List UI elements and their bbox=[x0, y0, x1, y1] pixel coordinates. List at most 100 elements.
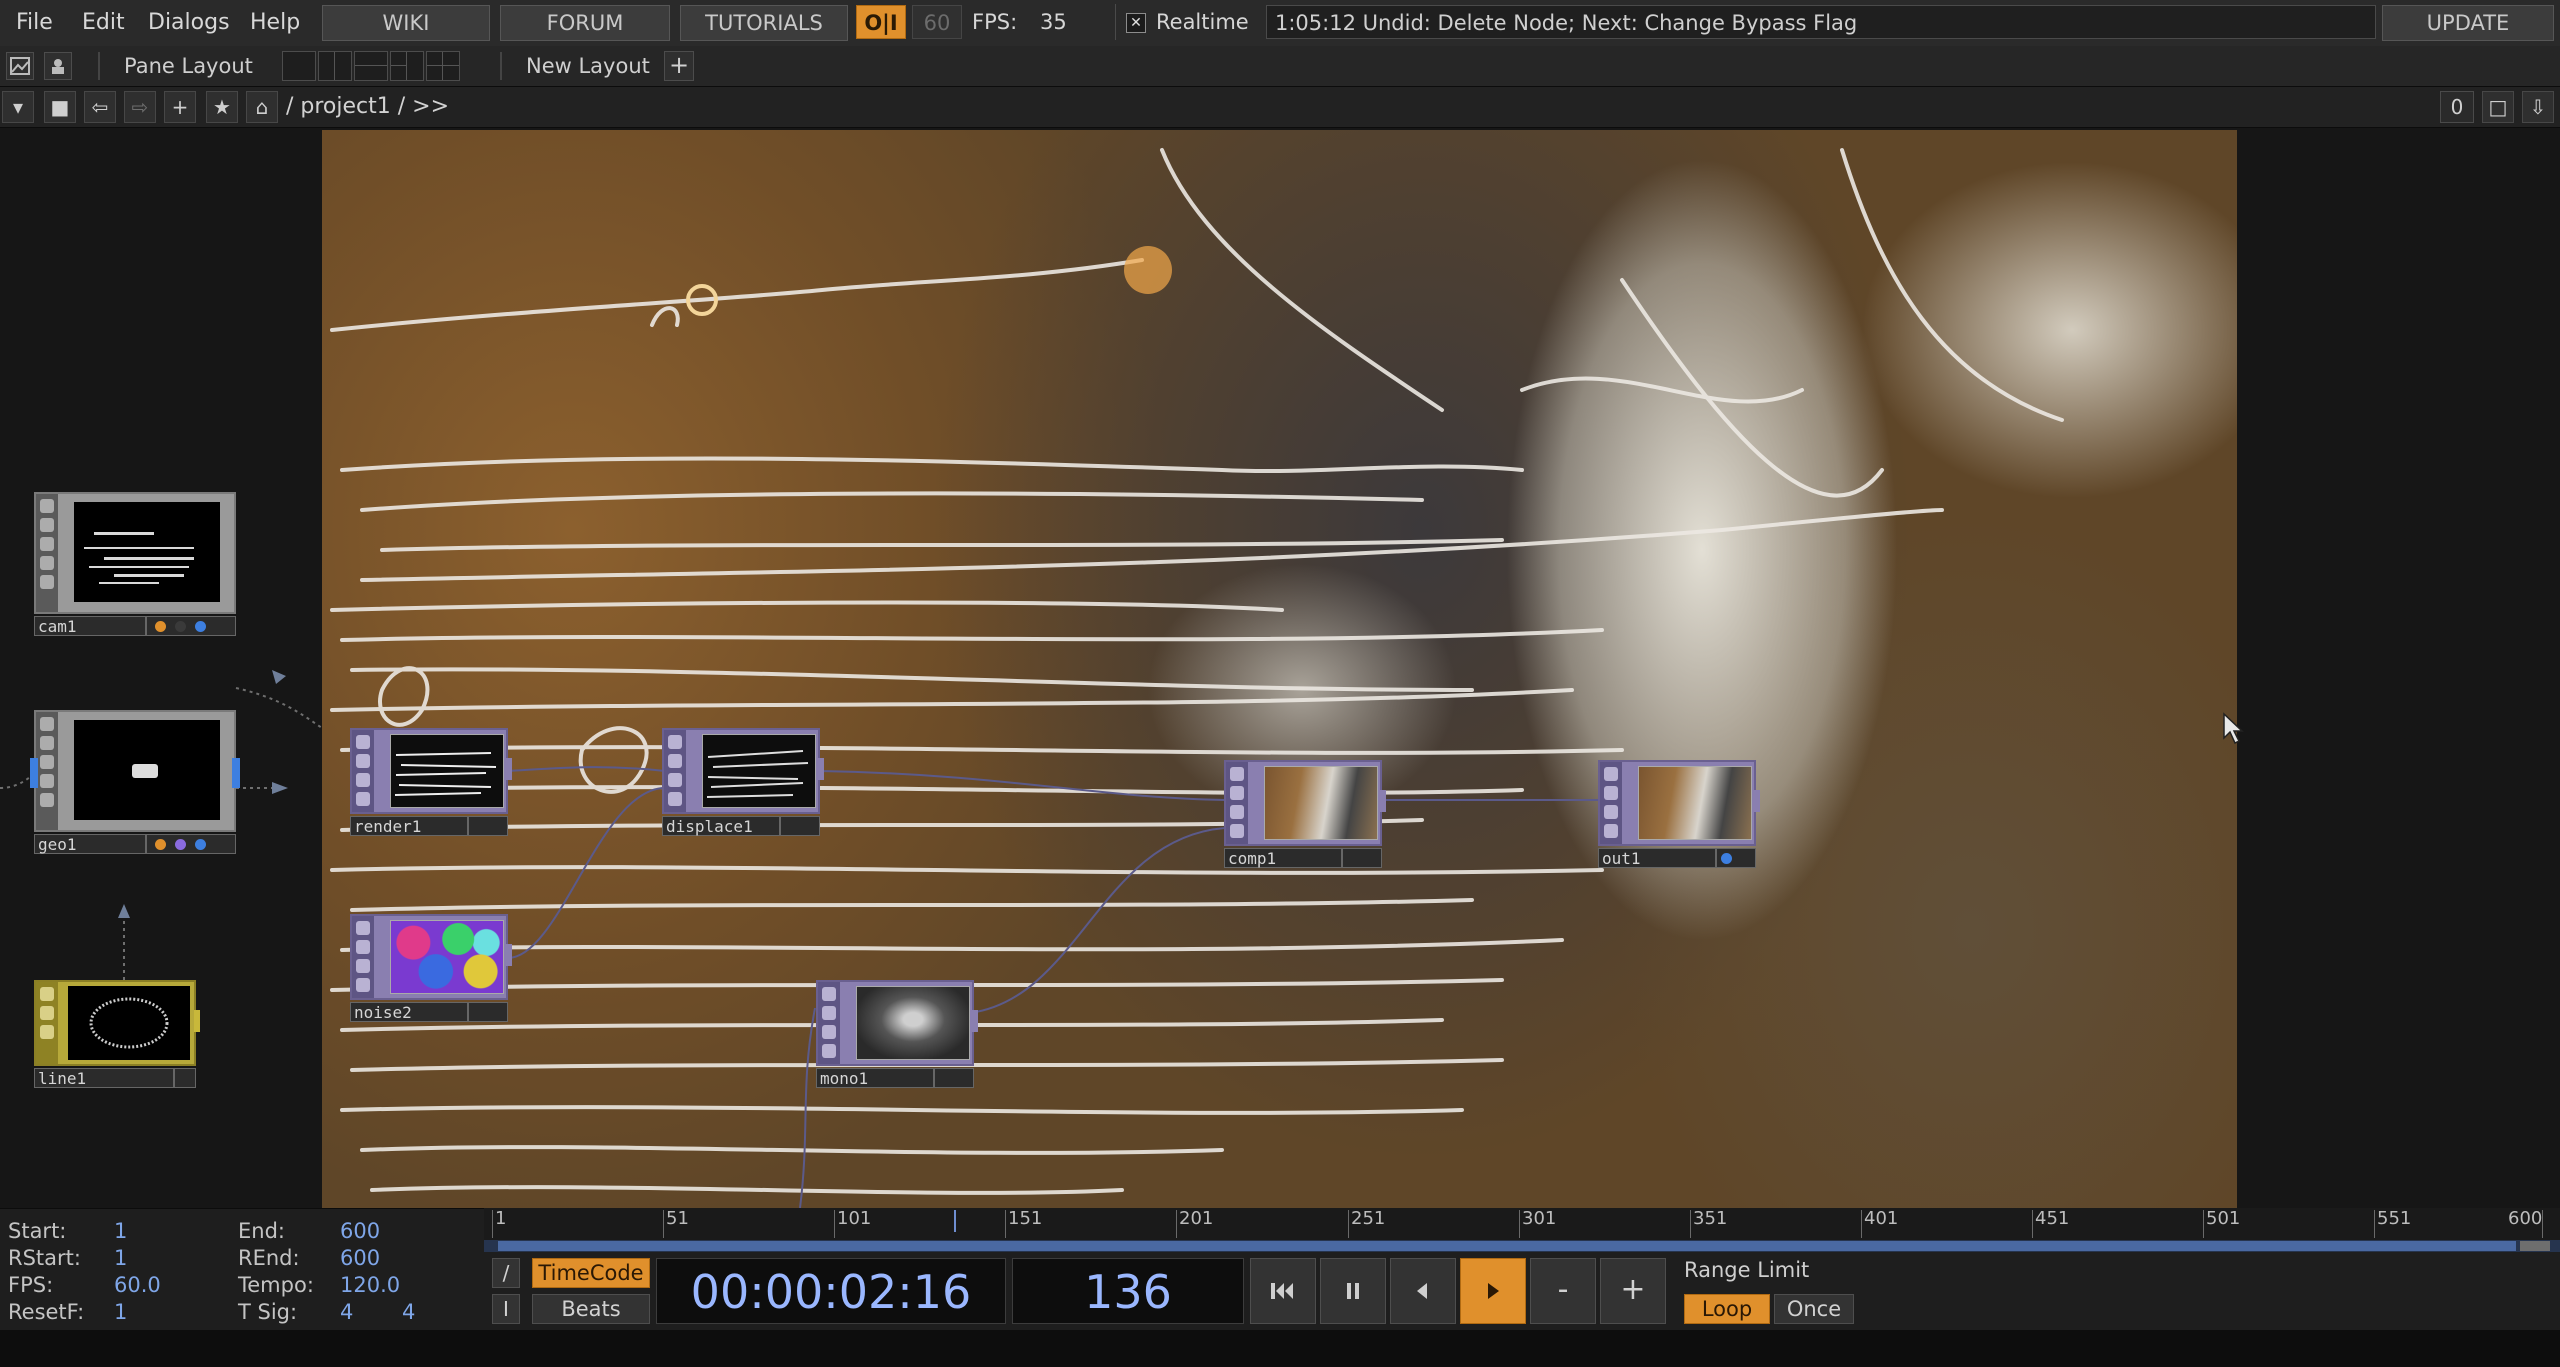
pane-type-icon[interactable] bbox=[6, 52, 34, 80]
node-cam1-label[interactable]: cam1 bbox=[34, 616, 146, 636]
node-mono1-flags[interactable] bbox=[934, 1068, 974, 1088]
step-back-button[interactable]: - bbox=[1530, 1258, 1596, 1324]
home-icon[interactable]: ⌂ bbox=[246, 91, 278, 123]
back-icon[interactable]: ⇦ bbox=[84, 91, 116, 123]
timeline-tick-line bbox=[2032, 1210, 2033, 1238]
timeline-start-value[interactable]: 1 bbox=[114, 1219, 127, 1243]
node-render1-label[interactable]: render1 bbox=[350, 816, 468, 836]
forward-icon[interactable]: ⇨ bbox=[124, 91, 156, 123]
node-displace1-flags[interactable] bbox=[780, 816, 820, 836]
node-noise2-label[interactable]: noise2 bbox=[350, 1002, 468, 1022]
node-render1-preview bbox=[390, 734, 504, 808]
timeline-tsig-numerator[interactable]: 4 bbox=[340, 1300, 353, 1324]
node-displace1-output[interactable] bbox=[816, 758, 824, 780]
rewind-to-start-button[interactable] bbox=[1250, 1258, 1316, 1324]
forum-button[interactable]: FORUM bbox=[500, 5, 670, 41]
loop-toggle[interactable]: Loop bbox=[1684, 1294, 1770, 1324]
node-geo1-label[interactable]: geo1 bbox=[34, 834, 146, 854]
add-layout-button[interactable]: + bbox=[664, 51, 694, 81]
realtime-checkbox[interactable]: ✕ bbox=[1126, 13, 1146, 33]
node-geo1-input[interactable] bbox=[30, 758, 38, 788]
beats-toggle[interactable]: Beats bbox=[532, 1294, 650, 1324]
node-comp1-output[interactable] bbox=[1378, 790, 1386, 812]
pane-layout-four[interactable] bbox=[426, 51, 460, 81]
new-layout-button[interactable]: New Layout bbox=[526, 46, 650, 86]
wiki-button[interactable]: WIKI bbox=[322, 5, 490, 41]
node-render1-output[interactable] bbox=[504, 758, 512, 780]
timeline-slash-toggle[interactable]: / bbox=[492, 1258, 520, 1288]
timeline-fps-value[interactable]: 60.0 bbox=[114, 1273, 161, 1297]
node-mono1-output[interactable] bbox=[970, 1010, 978, 1032]
node-geo1-flags[interactable] bbox=[146, 834, 236, 854]
tutorials-button[interactable]: TUTORIALS bbox=[680, 5, 848, 41]
node-displace1-label[interactable]: displace1 bbox=[662, 816, 780, 836]
play-reverse-button[interactable] bbox=[1390, 1258, 1456, 1324]
node-out1-output[interactable] bbox=[1752, 790, 1760, 812]
menu-help[interactable]: Help bbox=[250, 0, 300, 46]
maximize-pane-icon[interactable]: □ bbox=[2482, 91, 2514, 123]
pane-link-icon[interactable] bbox=[44, 52, 72, 80]
node-line1-label[interactable]: line1 bbox=[34, 1068, 174, 1088]
command-status-field[interactable]: 1:05:12 Undid: Delete Node; Next: Change… bbox=[1266, 5, 2376, 39]
once-toggle[interactable]: Once bbox=[1774, 1294, 1854, 1324]
pane-menu-icon[interactable]: ▾ bbox=[2, 91, 34, 123]
node-noise2-output[interactable] bbox=[504, 944, 512, 966]
add-operator-icon[interactable]: + bbox=[164, 91, 196, 123]
timecode-toggle[interactable]: TimeCode bbox=[532, 1258, 650, 1288]
timeline-tick-line bbox=[492, 1210, 493, 1238]
pause-icon bbox=[1347, 1283, 1359, 1299]
timeline-tsig-denominator[interactable]: 4 bbox=[402, 1300, 415, 1324]
pane-layout-single[interactable] bbox=[282, 51, 316, 81]
timeline-bar-toggle[interactable]: I bbox=[492, 1294, 520, 1324]
node-out1-flags[interactable] bbox=[1716, 848, 1756, 868]
update-button[interactable]: UPDATE bbox=[2382, 5, 2554, 41]
node-out1-label[interactable]: out1 bbox=[1598, 848, 1716, 868]
timeline-tick-label: 51 bbox=[666, 1208, 689, 1229]
frame-display[interactable]: 136 bbox=[1012, 1258, 1244, 1324]
step-forward-button[interactable]: + bbox=[1600, 1258, 1666, 1324]
node-line1-output[interactable] bbox=[194, 1010, 200, 1032]
timecode-display[interactable]: 00:00:02:16 bbox=[656, 1258, 1006, 1324]
play-forward-button[interactable] bbox=[1460, 1258, 1526, 1324]
node-comp1-flags[interactable] bbox=[1342, 848, 1382, 868]
node-comp1-label[interactable]: comp1 bbox=[1224, 848, 1342, 868]
network-editor[interactable]: cam1 geo1 line1 render1 displace1 noise2… bbox=[0, 128, 2560, 1208]
pause-button[interactable] bbox=[1320, 1258, 1386, 1324]
timeline-rend-value[interactable]: 600 bbox=[340, 1246, 380, 1270]
timeline-resetf-value[interactable]: 1 bbox=[114, 1300, 127, 1324]
node-line1-flags[interactable] bbox=[174, 1068, 196, 1088]
timeline-range-handle[interactable] bbox=[2520, 1241, 2550, 1251]
timeline-start-label: Start: bbox=[8, 1219, 67, 1243]
timeline-playhead[interactable] bbox=[954, 1210, 956, 1232]
pane-counter: 0 bbox=[2440, 91, 2474, 123]
pane-layout-split-vertical[interactable] bbox=[318, 51, 352, 81]
timeline-tick-line bbox=[1519, 1210, 1520, 1238]
range-limit-label: Range Limit bbox=[1684, 1258, 1810, 1282]
download-icon[interactable]: ⇩ bbox=[2522, 91, 2554, 123]
stop-icon[interactable]: ■ bbox=[44, 91, 76, 123]
fps-value: 35 bbox=[1040, 10, 1067, 34]
fps-label: FPS: bbox=[972, 10, 1018, 34]
timeline-tick-label: 600 bbox=[2508, 1208, 2543, 1229]
node-geo1-preview bbox=[74, 720, 220, 820]
menu-edit[interactable]: Edit bbox=[82, 0, 125, 46]
node-noise2-flags[interactable] bbox=[468, 1002, 508, 1022]
timeline-tick-label: 351 bbox=[1693, 1208, 1728, 1229]
perform-mode-toggle[interactable]: O|I bbox=[856, 5, 906, 39]
bookmark-star-icon[interactable]: ★ bbox=[206, 91, 238, 123]
pane-layout-split-horizontal[interactable] bbox=[354, 51, 388, 81]
node-mono1-label[interactable]: mono1 bbox=[816, 1068, 934, 1088]
menu-file[interactable]: File bbox=[16, 0, 53, 46]
node-geo1-output[interactable] bbox=[232, 758, 240, 788]
node-render1-flags[interactable] bbox=[468, 816, 508, 836]
network-path-breadcrumb[interactable]: / project1 / >> bbox=[286, 87, 449, 127]
timeline-end-value[interactable]: 600 bbox=[340, 1219, 380, 1243]
pane-layout-three[interactable] bbox=[390, 51, 424, 81]
menu-dialogs[interactable]: Dialogs bbox=[148, 0, 230, 46]
timeline-tick-label: 301 bbox=[1522, 1208, 1557, 1229]
timeline-rstart-value[interactable]: 1 bbox=[114, 1246, 127, 1270]
fps-target-field[interactable]: 60 bbox=[912, 5, 962, 39]
node-cam1-flags[interactable] bbox=[146, 616, 236, 636]
timeline-tempo-value[interactable]: 120.0 bbox=[340, 1273, 400, 1297]
node-noise2-preview bbox=[390, 920, 504, 994]
